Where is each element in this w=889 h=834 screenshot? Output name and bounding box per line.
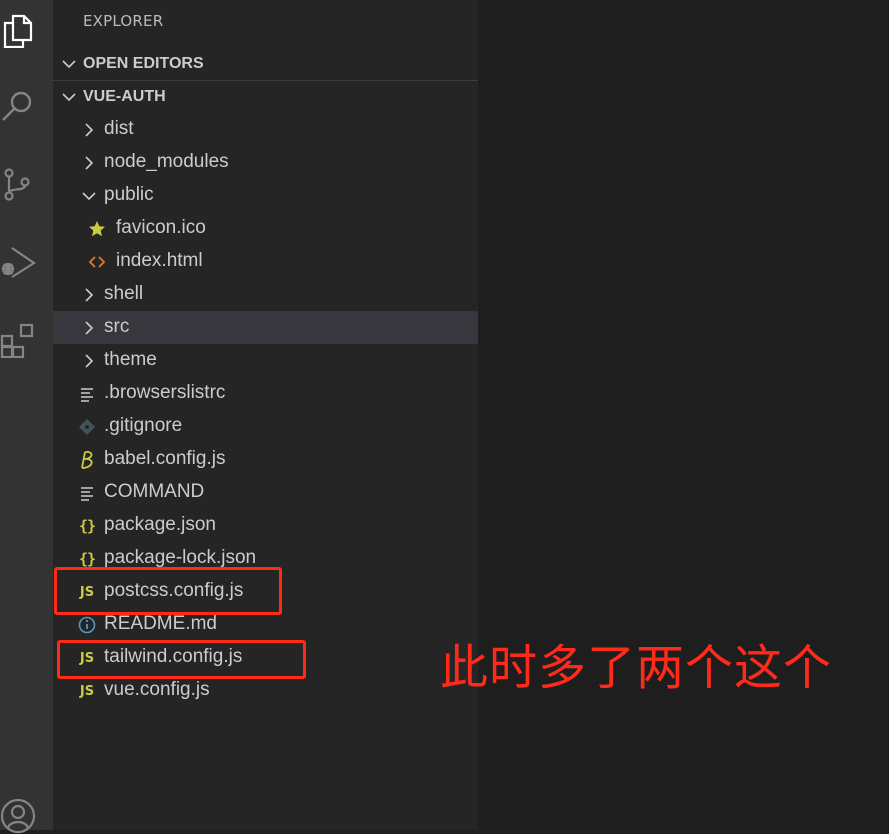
tree-file-gitignore[interactable]: .gitignore: [53, 410, 478, 443]
tree-folder-theme[interactable]: theme: [53, 344, 478, 377]
chevron-down-icon: [62, 60, 76, 69]
chevron-right-icon: [85, 123, 94, 137]
tree-item-label: COMMAND: [104, 481, 205, 502]
editor-area: [478, 0, 889, 830]
tree-item-label: .gitignore: [104, 415, 183, 436]
info-icon: [77, 615, 97, 635]
tree-item-label: package.json: [104, 514, 216, 535]
account-icon[interactable]: [0, 798, 36, 834]
highlight-box-postcss: [54, 567, 282, 615]
lines-icon: [77, 384, 97, 404]
open-editors-section[interactable]: OPEN EDITORS: [53, 47, 478, 80]
tree-folder-shell[interactable]: shell: [53, 278, 478, 311]
tree-item-label: package-lock.json: [104, 547, 257, 568]
tree-file-browserslistrc[interactable]: .browserslistrc: [53, 377, 478, 410]
chevron-right-icon: [85, 288, 94, 302]
tree-item-label: node_modules: [104, 151, 229, 172]
highlight-box-tailwind: [57, 640, 306, 679]
json-icon: {}: [78, 550, 96, 568]
search-icon[interactable]: [0, 88, 36, 124]
js-icon: JS: [79, 683, 95, 699]
star-icon: [87, 219, 107, 239]
tree-file-index-html[interactable]: index.html: [53, 245, 478, 278]
tree-item-label: dist: [104, 118, 134, 139]
tree-item-label: .browserslistrc: [104, 382, 226, 403]
tree-file-babel-config[interactable]: babel.config.js: [53, 443, 478, 476]
lines-icon: [77, 483, 97, 503]
chevron-down-icon: [62, 93, 76, 102]
annotation-text: 此时多了两个这个: [440, 640, 833, 696]
tree-item-label: shell: [104, 283, 144, 304]
tree-item-label: src: [104, 316, 130, 337]
tree-folder-public[interactable]: public: [53, 179, 478, 212]
tree-folder-dist[interactable]: dist: [53, 113, 478, 146]
chevron-right-icon: [85, 354, 94, 368]
json-icon: {}: [78, 517, 96, 535]
tree-item-label: index.html: [116, 250, 203, 271]
tree-item-label: README.md: [104, 613, 217, 634]
tree-item-label: theme: [104, 349, 157, 370]
run-debug-icon[interactable]: [0, 244, 36, 280]
tree-file-package-json[interactable]: {} package.json: [53, 509, 478, 542]
tree-folder-node-modules[interactable]: node_modules: [53, 146, 478, 179]
tree-file-favicon[interactable]: favicon.ico: [53, 212, 478, 245]
chevron-right-icon: [85, 156, 94, 170]
explorer-sidebar: EXPLORER OPEN EDITORS VUE-AUTH dist node…: [53, 0, 478, 830]
chevron-down-icon: [82, 192, 96, 201]
tree-item-label: vue.config.js: [104, 679, 210, 700]
tree-file-command[interactable]: COMMAND: [53, 476, 478, 509]
project-section[interactable]: VUE-AUTH: [53, 80, 478, 113]
extensions-icon[interactable]: [0, 322, 36, 358]
explorer-title: EXPLORER: [83, 12, 164, 30]
html-icon: [87, 252, 107, 272]
tree-item-label: favicon.ico: [116, 217, 206, 238]
tree-folder-src[interactable]: src: [53, 311, 478, 344]
chevron-right-icon: [85, 321, 94, 335]
babel-icon: [77, 450, 97, 470]
files-icon[interactable]: [0, 12, 36, 48]
project-label: VUE-AUTH: [83, 87, 166, 105]
open-editors-label: OPEN EDITORS: [83, 54, 204, 72]
git-icon: [77, 417, 97, 437]
activity-bar: [0, 0, 53, 834]
tree-item-label: public: [104, 184, 154, 205]
source-control-icon[interactable]: [0, 166, 36, 202]
tree-item-label: babel.config.js: [104, 448, 226, 469]
